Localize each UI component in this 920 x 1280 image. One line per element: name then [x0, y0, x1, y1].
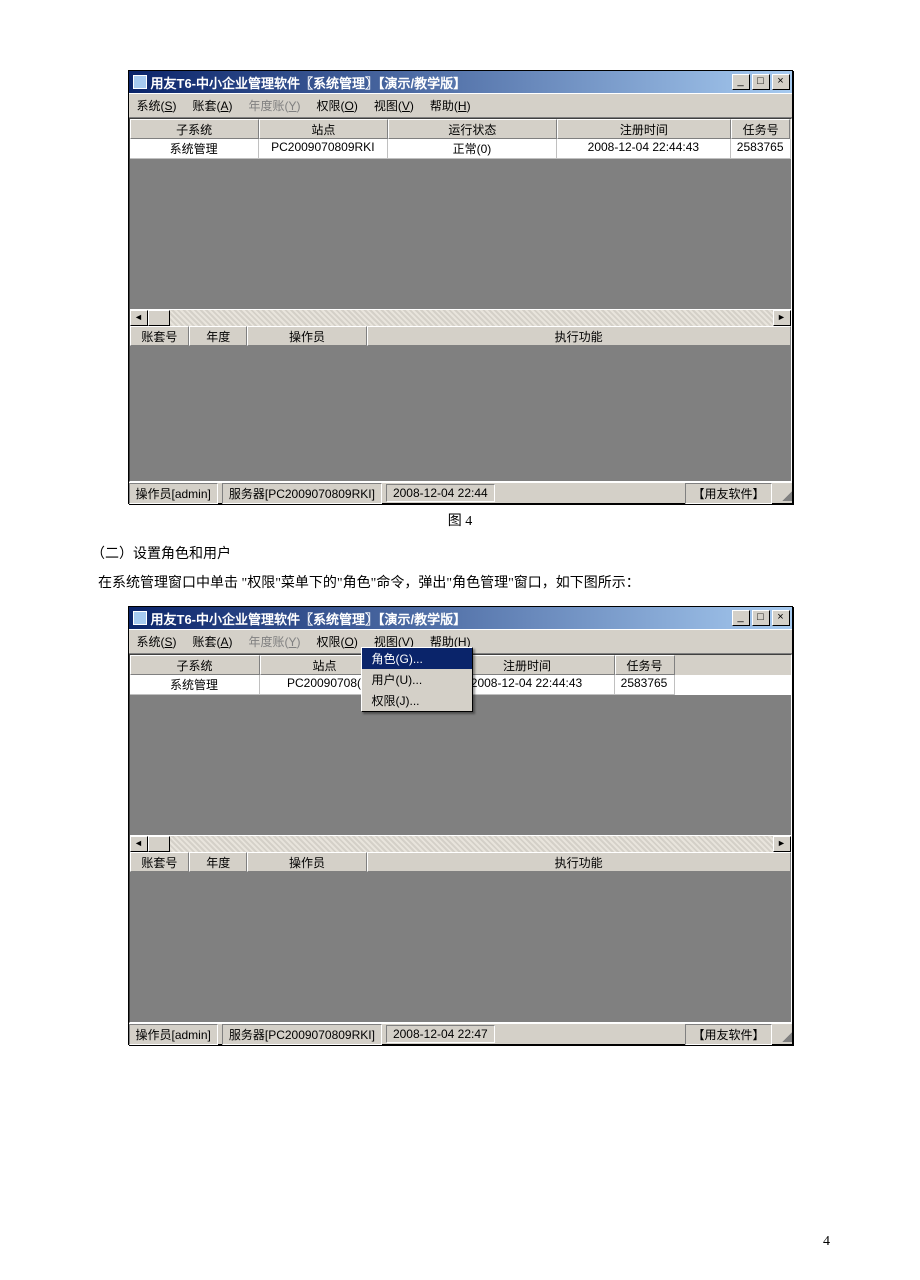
scroll-left-button[interactable]: ◄ — [130, 836, 148, 852]
menu-permission[interactable]: 权限(O) — [309, 632, 366, 651]
status-brand: 【用友软件】 — [685, 483, 771, 504]
status-operator: 操作员[admin] — [129, 483, 218, 504]
bottom-grid-header: 账套号 年度 操作员 执行功能 — [130, 326, 791, 346]
col-accountset[interactable]: 账套号 — [130, 326, 190, 346]
scroll-right-button[interactable]: ► — [773, 836, 791, 852]
col-function[interactable]: 执行功能 — [367, 326, 791, 346]
status-brand: 【用友软件】 — [685, 1024, 771, 1045]
top-grid-header: 子系统 站点 运行状态 注册时间 任务号 — [130, 119, 791, 139]
h-scrollbar[interactable]: ◄ ► — [130, 835, 791, 852]
col-subsystem[interactable]: 子系统 — [130, 119, 259, 139]
menu-help[interactable]: 帮助(H) — [422, 96, 479, 115]
cell-subsystem: 系统管理 — [130, 675, 260, 695]
minimize-button[interactable]: _ — [732, 610, 750, 626]
dropdown-user[interactable]: 用户(U)... — [362, 669, 472, 690]
section-heading: （二）设置角色和用户 — [70, 542, 850, 567]
resize-grip[interactable] — [776, 1026, 792, 1042]
cell-state: 正常(0) — [388, 139, 557, 159]
status-time: 2008-12-04 22:44 — [386, 484, 495, 502]
titlebar[interactable]: 用友T6-中小企业管理软件〖系统管理〗【演示/教学版】 _ □ × — [129, 607, 792, 629]
scroll-thumb[interactable] — [148, 836, 170, 852]
figure-caption: 图 4 — [70, 510, 850, 530]
menu-view[interactable]: 视图(V) — [366, 96, 422, 115]
cell-site: PC2009070809RKI — [259, 139, 388, 159]
status-server: 服务器[PC2009070809RKI] — [222, 1024, 382, 1045]
bottom-grid-body — [130, 872, 791, 1022]
statusbar: 操作员[admin] 服务器[PC2009070809RKI] 2008-12-… — [129, 1023, 792, 1044]
scroll-left-button[interactable]: ◄ — [130, 310, 148, 326]
col-function[interactable]: 执行功能 — [367, 852, 791, 872]
cell-regtime: 2008-12-04 22:44:43 — [557, 139, 731, 159]
col-year[interactable]: 年度 — [189, 852, 247, 872]
scroll-thumb[interactable] — [148, 310, 170, 326]
col-subsystem[interactable]: 子系统 — [130, 655, 260, 675]
status-server: 服务器[PC2009070809RKI] — [222, 483, 382, 504]
permission-dropdown: 角色(G)... 用户(U)... 权限(J)... — [361, 647, 473, 712]
dropdown-role[interactable]: 角色(G)... — [362, 648, 472, 669]
resize-grip[interactable] — [776, 485, 792, 501]
cell-taskid: 2583765 — [731, 139, 791, 159]
menu-permission[interactable]: 权限(O) — [309, 96, 366, 115]
app-icon — [133, 611, 147, 625]
bottom-grid-header: 账套号 年度 操作员 执行功能 — [130, 852, 791, 872]
col-state[interactable]: 运行状态 — [388, 119, 557, 139]
menu-year: 年度账(Y) — [241, 96, 309, 115]
dropdown-permission[interactable]: 权限(J)... — [362, 690, 472, 711]
page-number: 4 — [823, 1234, 830, 1250]
menubar: 系统(S) 账套(A) 年度账(Y) 权限(O) 视图(V) 帮助(H) — [129, 93, 792, 118]
maximize-button[interactable]: □ — [752, 610, 770, 626]
window-title: 用友T6-中小企业管理软件〖系统管理〗【演示/教学版】 — [151, 73, 467, 92]
col-taskid[interactable]: 任务号 — [615, 655, 675, 675]
titlebar[interactable]: 用友T6-中小企业管理软件〖系统管理〗【演示/教学版】 _ □ × — [129, 71, 792, 93]
col-taskid[interactable]: 任务号 — [731, 119, 791, 139]
minimize-button[interactable]: _ — [732, 74, 750, 90]
menu-account[interactable]: 账套(A) — [185, 632, 241, 651]
status-operator: 操作员[admin] — [129, 1024, 218, 1045]
col-operator[interactable]: 操作员 — [247, 852, 367, 872]
col-regtime[interactable]: 注册时间 — [557, 119, 731, 139]
body-text: 在系统管理窗口中单击 "权限"菜单下的"角色"命令，弹出"角色管理"窗口，如下图… — [70, 571, 850, 596]
cell-subsystem: 系统管理 — [130, 139, 259, 159]
col-site[interactable]: 站点 — [259, 119, 388, 139]
h-scrollbar[interactable]: ◄ ► — [130, 309, 791, 326]
top-grid-row[interactable]: 系统管理 PC2009070809RKI 正常(0) 2008-12-04 22… — [130, 139, 791, 159]
app-icon — [133, 75, 147, 89]
scroll-track[interactable] — [170, 310, 773, 326]
maximize-button[interactable]: □ — [752, 74, 770, 90]
client-area: 子系统 站点 运行状态 注册时间 任务号 系统管理 PC2009070809RK… — [129, 118, 792, 482]
col-year[interactable]: 年度 — [189, 326, 247, 346]
statusbar: 操作员[admin] 服务器[PC2009070809RKI] 2008-12-… — [129, 482, 792, 503]
bottom-grid-body — [130, 346, 791, 481]
top-grid-body — [130, 695, 791, 835]
col-operator[interactable]: 操作员 — [247, 326, 367, 346]
window-title: 用友T6-中小企业管理软件〖系统管理〗【演示/教学版】 — [151, 609, 467, 628]
menu-year: 年度账(Y) — [241, 632, 309, 651]
close-button[interactable]: × — [772, 74, 790, 90]
scroll-right-button[interactable]: ► — [773, 310, 791, 326]
cell-taskid: 2583765 — [615, 675, 675, 695]
sysadmin-window-1: 用友T6-中小企业管理软件〖系统管理〗【演示/教学版】 _ □ × 系统(S) … — [128, 70, 793, 504]
menu-system[interactable]: 系统(S) — [129, 632, 185, 651]
menu-system[interactable]: 系统(S) — [129, 96, 185, 115]
menu-account[interactable]: 账套(A) — [185, 96, 241, 115]
scroll-track[interactable] — [170, 836, 773, 852]
sysadmin-window-2: 用友T6-中小企业管理软件〖系统管理〗【演示/教学版】 _ □ × 系统(S) … — [128, 606, 793, 1045]
top-grid-body — [130, 159, 791, 309]
close-button[interactable]: × — [772, 610, 790, 626]
status-time: 2008-12-04 22:47 — [386, 1025, 495, 1043]
col-accountset[interactable]: 账套号 — [130, 852, 190, 872]
